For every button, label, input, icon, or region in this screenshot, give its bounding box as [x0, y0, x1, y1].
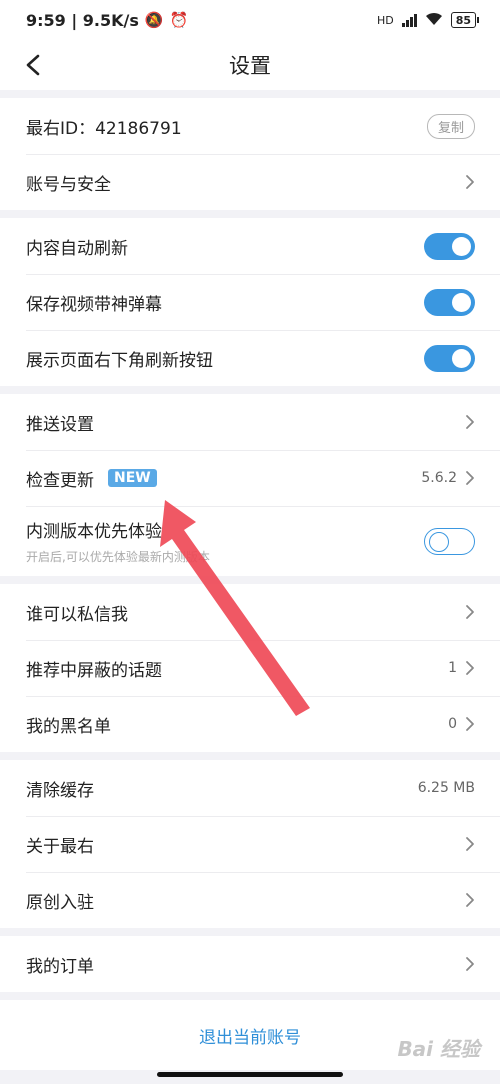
blocked-topics-count: 1 — [448, 660, 457, 676]
auto-refresh-row: 内容自动刷新 — [0, 218, 500, 274]
blocked-topics-label: 推荐中屏蔽的话题 — [26, 660, 162, 681]
app-version: 5.6.2 — [421, 470, 457, 486]
back-button[interactable] — [16, 48, 50, 82]
blacklist-row[interactable]: 我的黑名单 0 — [0, 696, 500, 752]
system-group: 推送设置 检查更新 NEW 5.6.2 内测版本优先体验 开启后,可以优先体验最… — [0, 394, 500, 576]
account-group: 最右ID：42186791 复制 账号与安全 — [0, 98, 500, 210]
status-bar: 9:59 | 9.5K/s 🔕 ⏰ HD 85 — [0, 0, 500, 40]
orders-group: 我的订单 — [0, 936, 500, 992]
chevron-right-icon — [465, 174, 475, 190]
original-creator-label: 原创入驻 — [26, 892, 94, 913]
logout-label: 退出当前账号 — [199, 1027, 301, 1048]
check-update-text: 检查更新 — [26, 470, 94, 491]
chevron-right-icon — [465, 604, 475, 620]
status-left: 9:59 | 9.5K/s 🔕 ⏰ — [26, 11, 188, 30]
clear-cache-row[interactable]: 清除缓存 6.25 MB — [0, 760, 500, 816]
account-security-row[interactable]: 账号与安全 — [0, 154, 500, 210]
beta-row: 内测版本优先体验 开启后,可以优先体验最新内测版本 — [0, 506, 500, 576]
check-update-row[interactable]: 检查更新 NEW 5.6.2 — [0, 450, 500, 506]
battery-level: 85 — [455, 13, 471, 27]
chevron-right-icon — [465, 892, 475, 908]
chevron-right-icon — [465, 660, 475, 676]
my-orders-row[interactable]: 我的订单 — [0, 936, 500, 992]
beta-description: 开启后,可以优先体验最新内测版本 — [26, 550, 210, 564]
network-type-label: HD — [376, 13, 394, 27]
save-danmaku-label: 保存视频带神弹幕 — [26, 294, 162, 315]
new-badge: NEW — [108, 469, 157, 487]
signal-icon — [401, 13, 417, 27]
save-danmaku-toggle[interactable] — [424, 288, 475, 316]
push-settings-row[interactable]: 推送设置 — [0, 394, 500, 450]
dm-permission-row[interactable]: 谁可以私信我 — [0, 584, 500, 640]
header: 设置 — [0, 40, 500, 90]
battery-icon: 85 — [450, 12, 480, 28]
cache-size: 6.25 MB — [417, 780, 475, 796]
about-label: 关于最右 — [26, 836, 94, 857]
watermark: Bai 经验 — [397, 1037, 480, 1061]
wifi-icon — [425, 12, 443, 29]
original-creator-row[interactable]: 原创入驻 — [0, 872, 500, 928]
chevron-right-icon — [465, 836, 475, 852]
beta-label: 内测版本优先体验 — [26, 522, 162, 542]
auto-refresh-label: 内容自动刷新 — [26, 238, 128, 259]
blacklist-label: 我的黑名单 — [26, 716, 111, 737]
chevron-right-icon — [465, 414, 475, 430]
my-orders-label: 我的订单 — [26, 956, 94, 977]
user-id-row: 最右ID：42186791 复制 — [0, 98, 500, 154]
account-security-label: 账号与安全 — [26, 174, 111, 195]
push-settings-label: 推送设置 — [26, 414, 94, 435]
blacklist-count: 0 — [448, 716, 457, 732]
beta-toggle[interactable] — [424, 527, 475, 555]
display-group: 内容自动刷新 保存视频带神弹幕 展示页面右下角刷新按钮 — [0, 218, 500, 386]
save-danmaku-row: 保存视频带神弹幕 — [0, 274, 500, 330]
notification-muted-icon: 🔕 — [144, 11, 164, 29]
check-update-label: 检查更新 NEW — [26, 466, 157, 491]
chevron-right-icon — [465, 716, 475, 732]
privacy-group: 谁可以私信我 推荐中屏蔽的话题 1 我的黑名单 0 — [0, 584, 500, 752]
dm-permission-label: 谁可以私信我 — [26, 604, 128, 625]
about-row[interactable]: 关于最右 — [0, 816, 500, 872]
clear-cache-label: 清除缓存 — [26, 780, 94, 801]
refresh-button-toggle[interactable] — [424, 344, 475, 372]
blocked-topics-row[interactable]: 推荐中屏蔽的话题 1 — [0, 640, 500, 696]
chevron-right-icon — [465, 956, 475, 972]
status-time-speed: 9:59 | 9.5K/s — [26, 10, 139, 30]
chevron-left-icon — [26, 54, 40, 76]
home-indicator — [157, 1072, 343, 1077]
user-id-label: 最右ID：42186791 — [26, 118, 182, 139]
status-right: HD 85 — [376, 12, 480, 29]
misc-group: 清除缓存 6.25 MB 关于最右 原创入驻 — [0, 760, 500, 928]
refresh-button-label: 展示页面右下角刷新按钮 — [26, 350, 213, 371]
refresh-button-row: 展示页面右下角刷新按钮 — [0, 330, 500, 386]
copy-button[interactable]: 复制 — [426, 113, 475, 139]
alarm-icon: ⏰ — [169, 11, 189, 29]
page-title: 设置 — [229, 54, 271, 78]
auto-refresh-toggle[interactable] — [424, 232, 475, 260]
chevron-right-icon — [465, 470, 475, 486]
